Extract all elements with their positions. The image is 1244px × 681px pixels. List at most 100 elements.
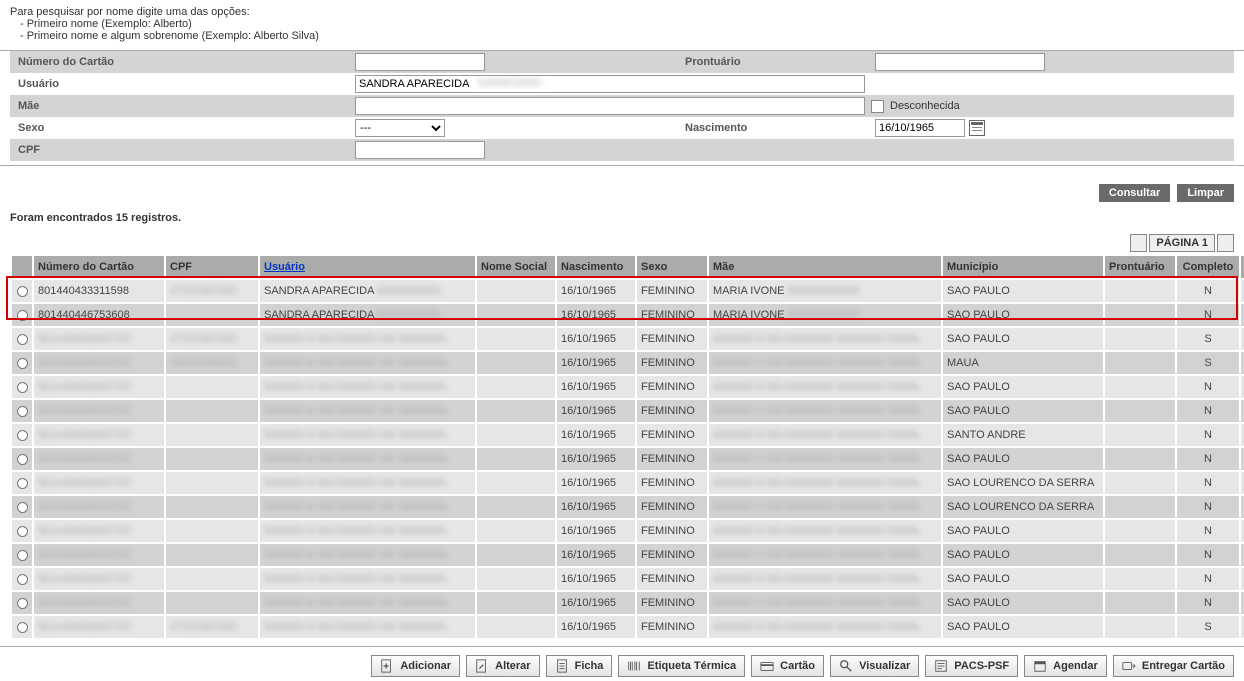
- table-row[interactable]: 80144043331159807332487902SANDRA APARECI…: [12, 280, 1244, 302]
- cell-nascimento: 16/10/1965: [557, 616, 635, 638]
- agendar-button[interactable]: Agendar: [1024, 655, 1107, 677]
- cell-municipio: SAO LOURENCO DA SERRA: [943, 496, 1103, 518]
- cell-usuario: NNNNN N NN NNNNN NN NNNNNN: [260, 520, 475, 542]
- alterar-button[interactable]: Alterar: [466, 655, 539, 677]
- table-row[interactable]: 801440408545793NNNNN N NN NNNNN NN NNNNN…: [12, 448, 1244, 470]
- nascimento-input[interactable]: [875, 119, 965, 137]
- cell-mae: NNNNN N NN NNNNNN NNNNNN NNNN: [709, 544, 941, 566]
- sexo-select[interactable]: ---: [355, 119, 445, 137]
- cell-nome-social: [477, 328, 555, 350]
- cell-nome-social: [477, 496, 555, 518]
- cell-mae: NNNNN N NN NNNNNN NNNNNN NNNN: [709, 400, 941, 422]
- cell-prontuario: [1105, 568, 1175, 590]
- usuario-input[interactable]: [355, 75, 865, 93]
- label-nascimento: Nascimento: [685, 122, 875, 134]
- cell-cpf: [166, 592, 258, 614]
- row-radio[interactable]: [17, 550, 28, 561]
- cell-cpf: [166, 376, 258, 398]
- cell-completo: N: [1177, 472, 1239, 494]
- cell-prontuario: [1105, 352, 1175, 374]
- cell-nome-social: [477, 592, 555, 614]
- etiqueta-button[interactable]: Etiqueta Térmica: [618, 655, 745, 677]
- cell-mae: NNNNN N NN NNNNNN NNNNNN NNNN: [709, 424, 941, 446]
- table-row[interactable]: 801440408545793NNNNN N NN NNNNN NN NNNNN…: [12, 424, 1244, 446]
- table-row[interactable]: 801440408545793NNNNN N NN NNNNN NN NNNNN…: [12, 400, 1244, 422]
- cell-nascimento: 16/10/1965: [557, 400, 635, 422]
- card-out-icon: [1122, 659, 1136, 673]
- row-radio[interactable]: [17, 454, 28, 465]
- row-radio[interactable]: [17, 574, 28, 585]
- calendar-icon[interactable]: [969, 120, 985, 136]
- cell-usuario: NNNNN N NN NNNNN NN NNNNNN: [260, 328, 475, 350]
- row-radio[interactable]: [17, 406, 28, 417]
- desconhecida-checkbox[interactable]: [871, 100, 884, 113]
- cell-sexo: FEMININO: [637, 376, 707, 398]
- adicionar-button[interactable]: Adicionar: [371, 655, 460, 677]
- th-usuario[interactable]: Usuário: [260, 256, 475, 278]
- entregar-cartao-button[interactable]: Entregar Cartão: [1113, 655, 1234, 677]
- help-line: - Primeiro nome (Exemplo: Alberto): [10, 18, 1234, 30]
- row-radio[interactable]: [17, 286, 28, 297]
- calendar-icon: [1033, 659, 1047, 673]
- row-radio[interactable]: [17, 334, 28, 345]
- table-row[interactable]: 80144040854579307332487902NNNNN N NN NNN…: [12, 328, 1244, 350]
- limpar-button[interactable]: Limpar: [1177, 184, 1234, 202]
- cell-cartao: 801440446753608: [34, 304, 164, 326]
- table-row[interactable]: 80144040854579307332487902NNNNN N NN NNN…: [12, 616, 1244, 638]
- table-row[interactable]: 801440408545793 NNNNN N NN NNNNN NN NNNNN…: [12, 544, 1244, 566]
- cell-cartao: 801440408545793: [34, 616, 164, 638]
- table-row[interactable]: 801440408545793NNNNN N NN NNNNN NN NNNNN…: [12, 472, 1244, 494]
- cell-mae: MARIA IVONE NNNNNNNNN: [709, 304, 941, 326]
- cell-cartao: 801440408545793: [34, 544, 164, 566]
- row-radio[interactable]: [17, 598, 28, 609]
- pager-page[interactable]: PÁGINA 1: [1149, 234, 1215, 252]
- row-radio[interactable]: [17, 526, 28, 537]
- search-icon: [839, 659, 853, 673]
- row-radio[interactable]: [17, 478, 28, 489]
- mae-input[interactable]: [355, 97, 865, 115]
- table-row[interactable]: 801440408545793NNNNN N NN NNNNN NN NNNNN…: [12, 592, 1244, 614]
- row-radio[interactable]: [17, 382, 28, 393]
- cell-usuario: NNNNN N NN NNNNN NN NNNNNN: [260, 544, 475, 566]
- row-radio[interactable]: [17, 502, 28, 513]
- table-row[interactable]: 801440408545793 NNNNN N NN NNNNN NN NNNNN…: [12, 520, 1244, 542]
- cartao-button[interactable]: Cartão: [751, 655, 824, 677]
- table-row[interactable]: 801440408545793NNNNN N NN NNNNN NN NNNNN…: [12, 568, 1244, 590]
- table-row[interactable]: 801440446753608SANDRA APARECIDA NNNNNNNN…: [12, 304, 1244, 326]
- cell-completo: N: [1177, 568, 1239, 590]
- cell-prontuario: [1105, 496, 1175, 518]
- cell-nascimento: 16/10/1965: [557, 592, 635, 614]
- cell-sexo: FEMININO: [637, 280, 707, 302]
- prontuario-input[interactable]: [875, 53, 1045, 71]
- card-icon: [760, 659, 774, 673]
- ficha-button[interactable]: Ficha: [546, 655, 613, 677]
- consultar-button[interactable]: Consultar: [1099, 184, 1170, 202]
- cell-nome-social: [477, 568, 555, 590]
- row-radio[interactable]: [17, 310, 28, 321]
- cpf-input[interactable]: [355, 141, 485, 159]
- usuario-extra-blur: DAMACENO: [478, 77, 542, 89]
- table-row[interactable]: 801440408545793NNNNN N NN NNNNN NN NNNNN…: [12, 376, 1244, 398]
- pager-prev[interactable]: [1130, 234, 1147, 252]
- pager-next[interactable]: [1217, 234, 1234, 252]
- table-row[interactable]: 801440408545793NNNNN N NN NNNNN NN NNNNN…: [12, 496, 1244, 518]
- cell-mae: NNNNN N NN NNNNNN NNNNNN NNNN: [709, 472, 941, 494]
- cell-nascimento: 16/10/1965: [557, 280, 635, 302]
- numero-cartao-input[interactable]: [355, 53, 485, 71]
- cell-prontuario: [1105, 376, 1175, 398]
- cell-sexo: FEMININO: [637, 448, 707, 470]
- row-radio[interactable]: [17, 622, 28, 633]
- th-mae: Mãe: [709, 256, 941, 278]
- cell-prontuario: [1105, 280, 1175, 302]
- pacs-psf-button[interactable]: PACS-PSF: [925, 655, 1018, 677]
- cell-cpf: [166, 472, 258, 494]
- cell-mae: NNNNN N NN NNNNNN NNNNNN NNNN: [709, 592, 941, 614]
- table-row[interactable]: 80144040854579308200248901NNNNN N NN NNN…: [12, 352, 1244, 374]
- cell-cartao: 801440408545793: [34, 520, 164, 542]
- visualizar-button[interactable]: Visualizar: [830, 655, 919, 677]
- row-radio[interactable]: [17, 430, 28, 441]
- cell-usuario: SANDRA APARECIDA NNNNNNNN: [260, 280, 475, 302]
- search-help: Para pesquisar por nome digite uma das o…: [0, 0, 1244, 46]
- row-radio[interactable]: [17, 358, 28, 369]
- cell-cpf: 07332487902: [166, 616, 258, 638]
